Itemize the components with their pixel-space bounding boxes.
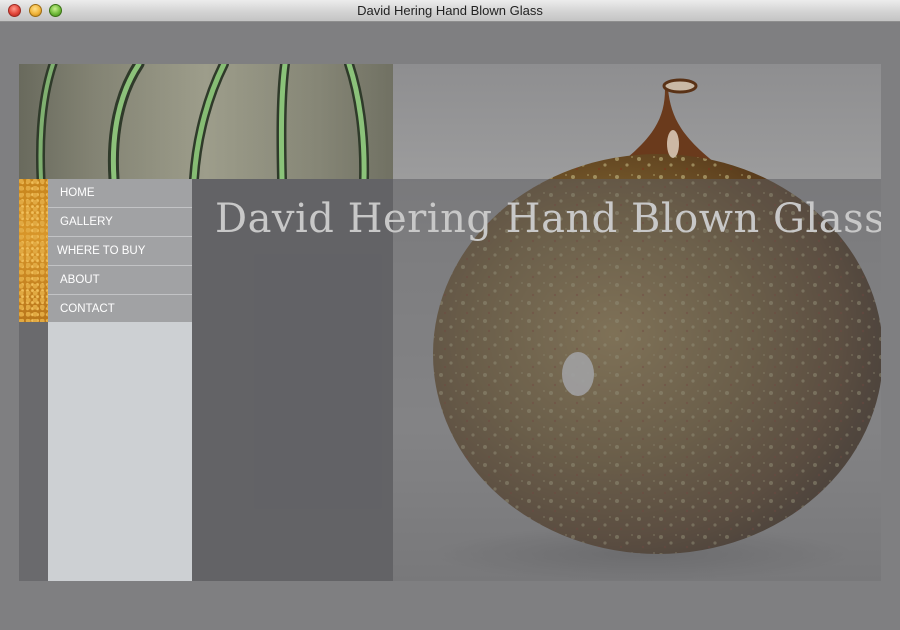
main-nav: HOME GALLERY WHERE TO BUY ABOUT CONTACT [48, 179, 192, 324]
sidebar-panel [48, 322, 192, 581]
nav-item-about[interactable]: ABOUT [48, 266, 192, 295]
nav-item-where-to-buy[interactable]: WHERE TO BUY [48, 237, 192, 266]
green-stripes-image [19, 64, 393, 179]
nav-item-contact[interactable]: CONTACT [48, 295, 192, 324]
nav-item-gallery[interactable]: GALLERY [48, 208, 192, 237]
page-frame: David Hering Hand Blown Glass HOME GALLE… [19, 64, 881, 581]
left-dark-column [19, 322, 48, 581]
window-titlebar: David Hering Hand Blown Glass [0, 0, 900, 22]
window-title: David Hering Hand Blown Glass [357, 3, 543, 18]
nav-item-home[interactable]: HOME [48, 179, 192, 208]
site-title: David Hering Hand Blown Glass [215, 196, 881, 242]
banner-image [19, 64, 393, 179]
gold-glass-accent [19, 179, 48, 322]
